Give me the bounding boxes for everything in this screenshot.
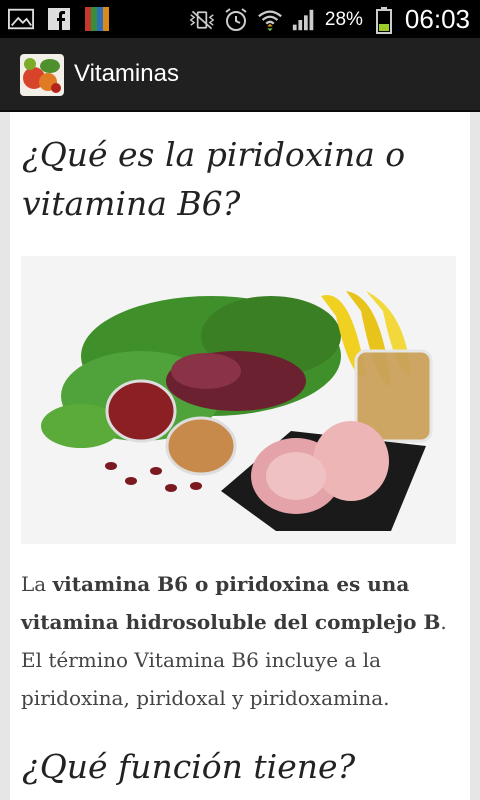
battery-icon [371, 6, 397, 34]
notification-icons [8, 6, 110, 32]
facebook-icon [46, 6, 72, 32]
section-heading: ¿Qué función tiene? [22, 747, 356, 786]
status-bar: 28% 06:03 [0, 0, 480, 38]
vitamin-b6-foods-image [21, 256, 456, 544]
image-notification-icon [8, 6, 34, 32]
action-bar: Vitaminas [0, 38, 480, 112]
signal-icon [291, 7, 317, 33]
app-title: Vitaminas [74, 60, 179, 87]
clock: 06:03 [404, 4, 470, 34]
vibrate-icon [189, 7, 215, 33]
system-icons: 28% 06:03 [189, 4, 470, 35]
app-logo-icon[interactable] [20, 54, 64, 96]
alarm-icon [223, 7, 249, 33]
wifi-icon [257, 7, 283, 33]
article-paragraph: La vitamina B6 o piridoxina es una vitam… [21, 565, 461, 717]
paragraph-text-start: La [21, 572, 53, 596]
battery-percent: 28% [324, 8, 363, 30]
article-heading: ¿Qué es la piridoxina o vitamina B6? [22, 135, 406, 223]
app-notification-icon [84, 6, 110, 32]
paragraph-bold-text: vitamina B6 o piridoxina es una vitamina… [21, 572, 441, 634]
